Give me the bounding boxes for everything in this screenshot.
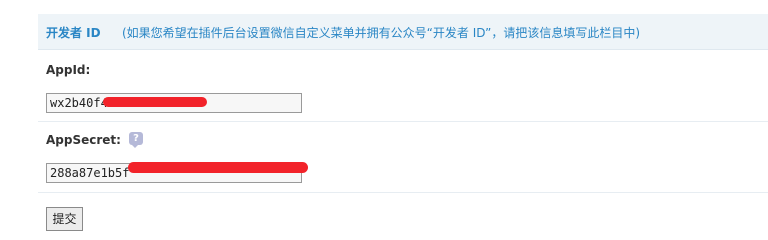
appsecret-value: 288a87e1b5f [50,166,130,180]
section-header: 开发者 ID (如果您希望在插件后台设置微信自定义菜单并拥有公众号“开发者 ID… [38,14,768,50]
submit-button[interactable]: 提交 [46,207,83,231]
section-description: (如果您希望在插件后台设置微信自定义菜单并拥有公众号“开发者 ID”，请把该信息… [122,26,641,40]
appid-label: AppId: [46,63,91,77]
appsecret-redaction-mark [128,162,308,173]
appsecret-label: AppSecret: [46,133,121,147]
row-divider-bottom [38,192,768,193]
section-title: 开发者 ID [46,26,101,40]
row-divider [38,121,768,122]
help-icon[interactable]: ? [129,132,143,148]
appid-redaction-mark [103,97,207,107]
